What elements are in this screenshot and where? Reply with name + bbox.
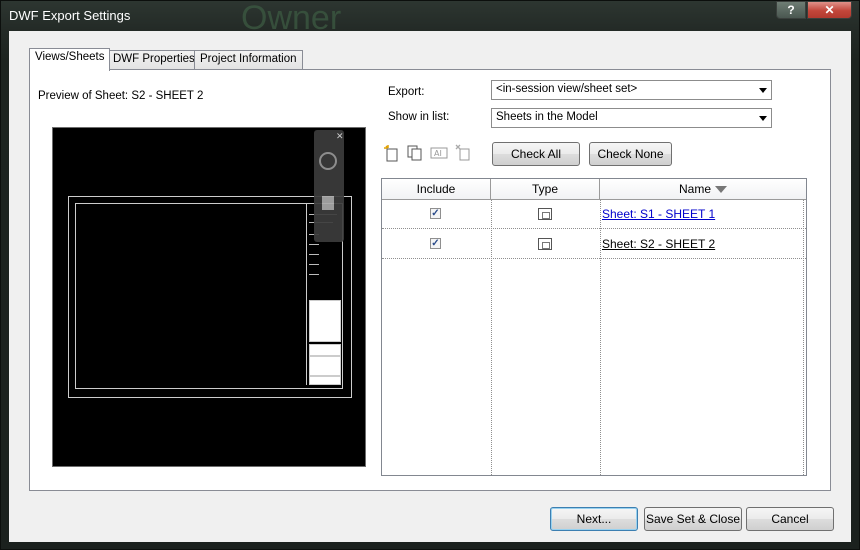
cancel-button[interactable]: Cancel (746, 507, 834, 531)
sheet-type-icon (538, 208, 552, 220)
show-in-list-value: Sheets in the Model (496, 111, 598, 123)
sheet-name-link[interactable]: Sheet: S1 - SHEET 1 (602, 207, 715, 221)
duplicate-icon[interactable] (406, 144, 424, 162)
export-label: Export: (388, 86, 425, 98)
table-row[interactable]: ✓ Sheet: S1 - SHEET 1 (382, 200, 806, 229)
new-set-icon[interactable] (383, 144, 401, 162)
steering-wheel-icon[interactable] (319, 152, 337, 170)
check-none-button[interactable]: Check None (589, 142, 672, 166)
chevron-down-icon (759, 88, 767, 93)
check-all-button[interactable]: Check All (492, 142, 580, 166)
dialog-client-area: Views/Sheets DWF Properties Project Info… (9, 31, 851, 542)
title-block-field (309, 344, 341, 356)
show-in-list-label: Show in list: (388, 111, 450, 123)
save-set-close-button[interactable]: Save Set & Close (644, 507, 742, 531)
revision-table (309, 300, 341, 342)
navigation-bar-close-icon[interactable]: ✕ (336, 131, 344, 142)
export-dropdown[interactable]: <in-session view/sheet set> (491, 80, 772, 100)
column-header-type[interactable]: Type (491, 179, 600, 200)
title-block-field (309, 376, 341, 385)
sheet-preview[interactable]: ✕ (52, 127, 366, 467)
window-title: DWF Export Settings (9, 8, 131, 23)
show-in-list-dropdown[interactable]: Sheets in the Model (491, 108, 772, 128)
sheet-type-icon (538, 238, 552, 250)
chevron-down-icon (759, 116, 767, 121)
tab-project-information[interactable]: Project Information (194, 50, 303, 70)
next-button[interactable]: Next... (550, 507, 638, 531)
dwf-export-settings-window: Owner DWF Export Settings ? ✕ Views/Shee… (0, 0, 860, 550)
title-block-field (309, 356, 341, 376)
column-header-name[interactable]: Name (600, 179, 806, 200)
table-row[interactable]: ✓ Sheet: S2 - SHEET 2 (382, 230, 806, 259)
preview-label: Preview of Sheet: S2 - SHEET 2 (38, 90, 204, 102)
navigation-bar[interactable]: ✕ (314, 130, 344, 242)
tab-dwf-properties[interactable]: DWF Properties (107, 50, 201, 70)
column-header-include[interactable]: Include (382, 179, 491, 200)
include-checkbox[interactable]: ✓ (430, 238, 441, 249)
rename-icon[interactable]: AI (430, 144, 448, 162)
sheet-border-inner (75, 203, 343, 389)
column-header-name-label: Name (678, 182, 711, 196)
sort-descending-icon (715, 186, 727, 194)
close-window-button[interactable]: ✕ (807, 1, 852, 19)
help-button[interactable]: ? (776, 1, 806, 19)
sheets-table: Include Type Name ✓ Sheet: S1 - SHEET 1 … (381, 178, 807, 476)
delete-icon[interactable] (455, 144, 473, 162)
zoom-icon[interactable] (322, 196, 334, 210)
export-dropdown-value: <in-session view/sheet set> (496, 83, 638, 95)
include-checkbox[interactable]: ✓ (430, 208, 441, 219)
svg-text:AI: AI (434, 149, 442, 158)
sheet-name-link[interactable]: Sheet: S2 - SHEET 2 (602, 237, 715, 251)
tab-views-sheets[interactable]: Views/Sheets (29, 48, 111, 71)
